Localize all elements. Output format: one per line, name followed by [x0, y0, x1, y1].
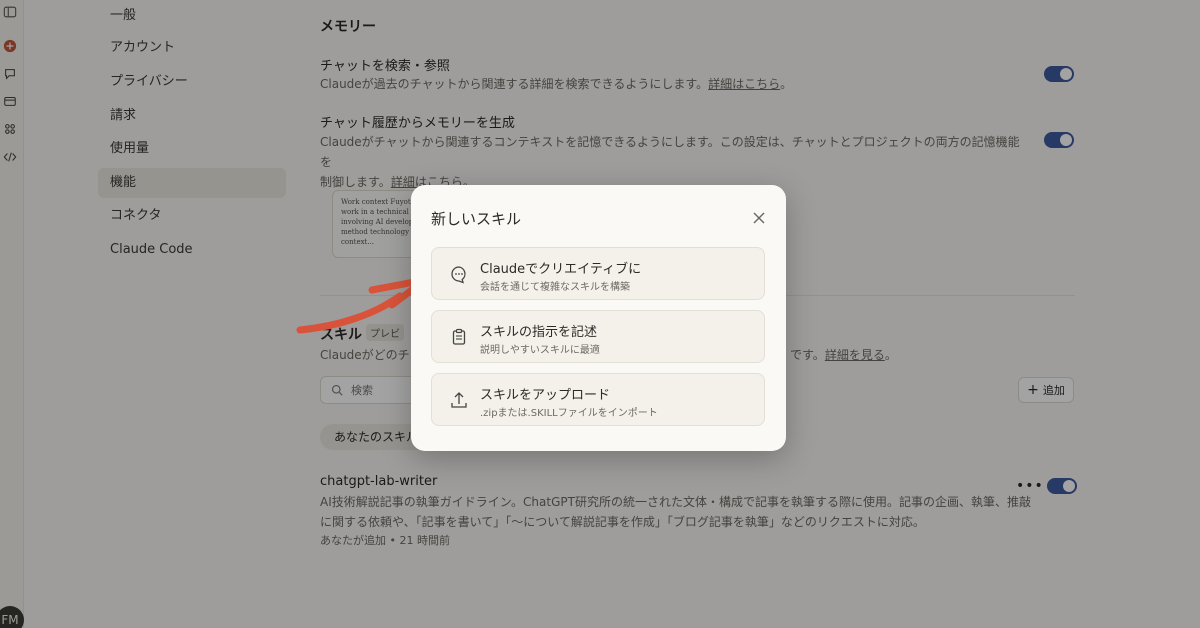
app-window: FM 一般 アカウント プライバシー 請求 使用量 機能 コネクタ Claude… [0, 0, 1200, 628]
dialog-title: 新しいスキル [431, 210, 522, 228]
option-title: スキルの指示を記述 [480, 325, 598, 340]
close-icon[interactable] [751, 210, 767, 226]
option-write-instructions[interactable]: スキルの指示を記述 説明しやすいスキルに最適 [431, 310, 765, 363]
chat-bubble-icon [451, 266, 466, 284]
option-subtitle: .zipまたは.SKILLファイルをインポート [480, 408, 658, 419]
option-upload-skill[interactable]: スキルをアップロード .zipまたは.SKILLファイルをインポート [431, 373, 765, 426]
option-title: Claudeでクリエイティブに [480, 262, 642, 277]
option-subtitle: 会話を通じて複雑なスキルを構築 [480, 282, 630, 293]
option-create-with-claude[interactable]: Claudeでクリエイティブに 会話を通じて複雑なスキルを構築 [431, 247, 765, 300]
option-title: スキルをアップロード [480, 388, 611, 403]
upload-icon [451, 392, 467, 408]
clipboard-icon [452, 328, 466, 345]
option-subtitle: 説明しやすいスキルに最適 [480, 345, 600, 356]
new-skill-dialog: 新しいスキル Claudeでクリエイティブに 会話を通じて複雑なスキルを構築 ス… [411, 185, 786, 451]
